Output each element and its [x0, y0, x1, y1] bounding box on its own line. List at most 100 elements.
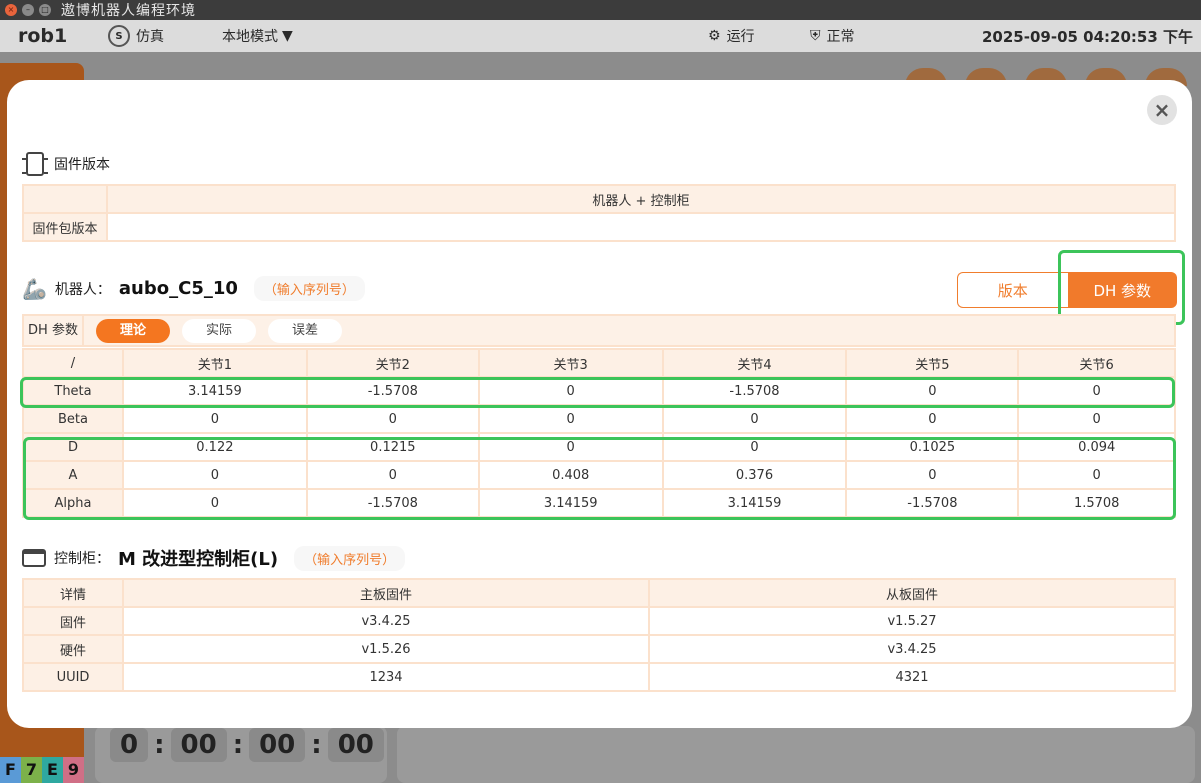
dh-cell: 0: [305, 404, 480, 434]
dh-cell: 0: [122, 404, 308, 434]
pill-theory[interactable]: 理论: [96, 318, 171, 343]
cabinet-row-label: 硬件: [22, 634, 124, 664]
timer-separator: :: [311, 730, 322, 760]
dh-header-cell: 关节6: [1017, 348, 1176, 378]
window-close-button[interactable]: ×: [5, 4, 17, 16]
window-titlebar: × – □ 遨博机器人编程环境: [0, 0, 1201, 20]
dh-cell: 0: [845, 404, 1020, 434]
dh-cell: -1.5708: [661, 376, 848, 406]
dh-cell: 0.122: [122, 432, 308, 462]
cabinet-table: 详情 主板固件 从板固件 固件 v3.4.25 v1.5.27 硬件 v1.5.…: [22, 578, 1176, 692]
dh-cell: 0.376: [661, 460, 848, 490]
table-corner-cell: [22, 184, 108, 214]
robot-arm-icon: 🦾: [22, 276, 47, 301]
cabinet-icon: [22, 549, 46, 567]
dh-cell: -1.5708: [305, 376, 480, 406]
robot-name-label[interactable]: rob1: [18, 25, 67, 47]
cabinet-cell: 1234: [122, 662, 650, 692]
dialog-close-button[interactable]: ×: [1147, 95, 1177, 125]
simulation-icon: S: [108, 25, 130, 47]
cabinet-cell: 4321: [648, 662, 1176, 692]
dh-cell: 0.094: [1017, 432, 1176, 462]
dh-header-cell: 关节4: [661, 348, 848, 378]
table-row: D 0.122 0.1215 0 0 0.1025 0.094: [22, 432, 1176, 462]
pill-error[interactable]: 误差: [268, 318, 343, 343]
table-row: 详情 主板固件 从板固件: [22, 578, 1176, 608]
dh-header-cell: 关节2: [305, 348, 480, 378]
table-row: Beta 0 0 0 0 0 0: [22, 404, 1176, 434]
robot-model-name: aubo_C5_10: [118, 278, 238, 299]
dh-row-label: D: [22, 432, 124, 462]
shield-icon: ⛨: [810, 28, 821, 44]
dh-header-cell: /: [22, 348, 124, 378]
dh-filter-bar: DH 参数 理论 实际 误差: [22, 314, 1176, 347]
table-row: 硬件 v1.5.26 v3.4.25: [22, 634, 1176, 664]
run-timer: 0 : 00 : 00 : 00: [110, 728, 384, 762]
timer-days: 0: [110, 728, 149, 762]
view-toggle: 版本 DH 参数: [957, 272, 1177, 308]
cabinet-model-name: M 改进型控制柜(L): [118, 549, 279, 570]
robot-serial-input[interactable]: （输入序列号）: [253, 276, 365, 301]
dh-header-cell: 关节5: [845, 348, 1020, 378]
table-row: 机器人 + 控制柜: [22, 184, 1176, 214]
safety-status-label: 正常: [826, 29, 855, 45]
key-f[interactable]: F: [0, 757, 21, 783]
tab-dh-params[interactable]: DH 参数: [1067, 272, 1177, 308]
dh-cell: 0: [1017, 404, 1176, 434]
simulation-toggle[interactable]: S 仿真: [108, 25, 164, 47]
key-e[interactable]: E: [42, 757, 63, 783]
firmware-row-label: 固件包版本: [22, 212, 108, 242]
cabinet-header-cell: 详情: [22, 578, 124, 608]
key-7[interactable]: 7: [21, 757, 42, 783]
dh-cell: -1.5708: [305, 488, 480, 518]
app-header: rob1 S 仿真 本地模式 ▼ ⚙ 运行 ⛨ 正常 2025-09-05 04…: [0, 20, 1201, 52]
dh-cell: 0.1025: [845, 432, 1020, 462]
cabinet-cell: v1.5.27: [648, 606, 1176, 636]
firmware-header-cell: 机器人 + 控制柜: [106, 184, 1176, 214]
firmware-section-title: 固件版本: [54, 157, 110, 173]
pill-actual[interactable]: 实际: [182, 318, 257, 343]
bottom-key-strip: F 7 E 9: [0, 757, 84, 783]
run-status-label: 运行: [726, 29, 755, 45]
cabinet-row-label: 固件: [22, 606, 124, 636]
dh-cell: 3.14159: [661, 488, 848, 518]
cabinet-cell: v1.5.26: [122, 634, 650, 664]
key-9[interactable]: 9: [63, 757, 84, 783]
window-controls: × – □: [5, 4, 51, 16]
dh-cell: 0: [477, 432, 664, 462]
cabinet-section-label: 控制柜：: [54, 551, 110, 567]
window-minimize-button[interactable]: –: [22, 4, 34, 16]
window-maximize-button[interactable]: □: [39, 4, 51, 16]
dh-cell: 0.408: [477, 460, 664, 490]
table-row: UUID 1234 4321: [22, 662, 1176, 692]
dh-cell: 0: [122, 488, 308, 518]
timer-separator: :: [154, 730, 165, 760]
cabinet-header-cell: 从板固件: [648, 578, 1176, 608]
dh-cell: -1.5708: [845, 488, 1020, 518]
window-title: 遨博机器人编程环境: [61, 3, 196, 19]
cabinet-cell: v3.4.25: [122, 606, 650, 636]
cabinet-serial-input[interactable]: （输入序列号）: [294, 545, 406, 571]
dh-row-label: Alpha: [22, 488, 124, 518]
dh-cell: 0: [661, 432, 848, 462]
dh-row-label: Beta: [22, 404, 124, 434]
tab-version[interactable]: 版本: [957, 272, 1068, 308]
dh-cell: 1.5708: [1017, 488, 1176, 518]
dh-header-cell: 关节1: [122, 348, 308, 378]
dh-cell: 0: [477, 376, 664, 406]
mode-dropdown[interactable]: 本地模式 ▼: [222, 26, 293, 46]
bottom-panel: [397, 726, 1195, 783]
robot-section-header: 🦾 机器人： aubo_C5_10 （输入序列号）: [22, 276, 365, 301]
timer-separator: :: [232, 730, 244, 760]
table-row: Alpha 0 -1.5708 3.14159 3.14159 -1.5708 …: [22, 488, 1176, 518]
firmware-row-value: [106, 212, 1176, 242]
dh-cell: 3.14159: [477, 488, 664, 518]
timer-minutes: 00: [249, 728, 306, 762]
datetime-display: 2025-09-05 04:20:53 下午: [982, 27, 1194, 46]
run-status: ⚙ 运行: [708, 26, 755, 46]
dh-table: / 关节1 关节2 关节3 关节4 关节5 关节6 Theta 3.14159 …: [22, 348, 1176, 518]
cabinet-header-cell: 主板固件: [122, 578, 650, 608]
dh-cell: 3.14159: [122, 376, 308, 406]
robot-section-label: 机器人：: [54, 281, 111, 298]
mode-label: 本地模式: [222, 29, 278, 45]
